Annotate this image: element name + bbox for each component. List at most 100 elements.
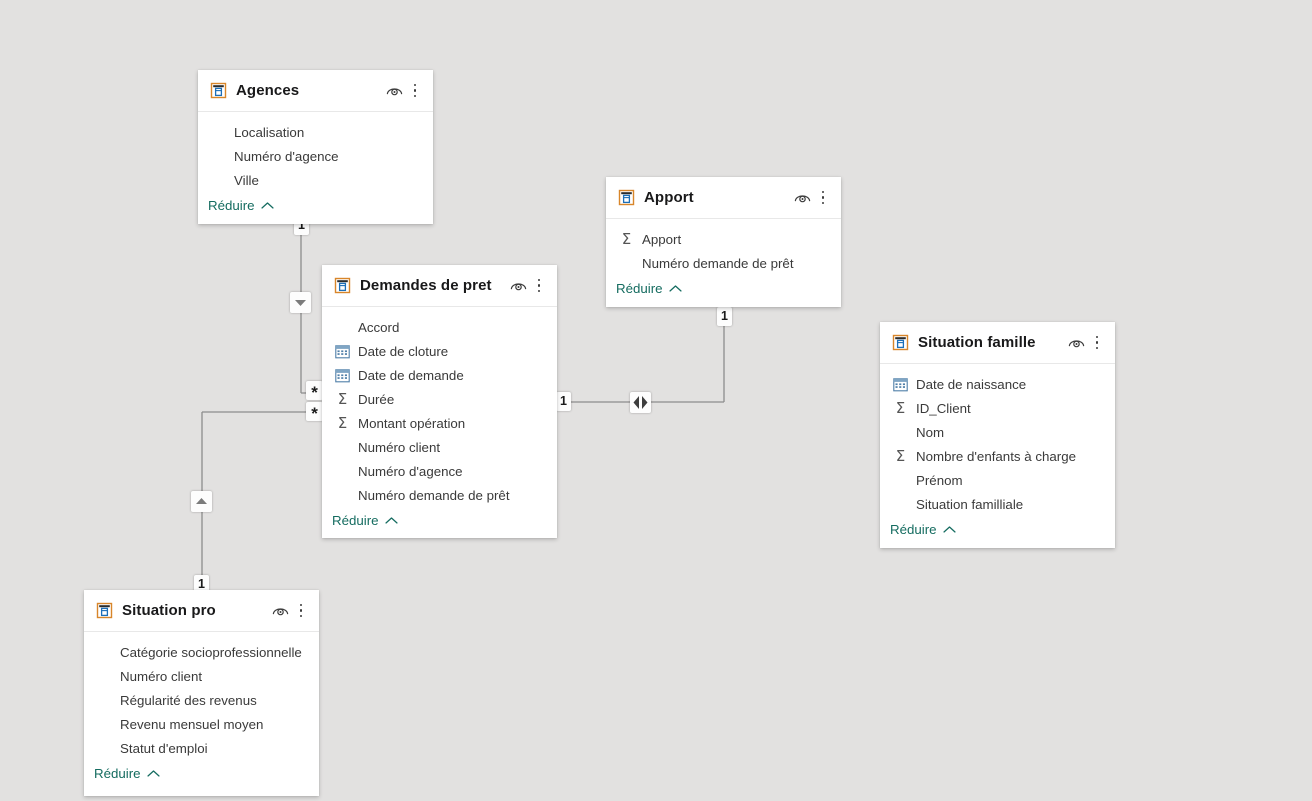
table-title: Situation pro — [122, 602, 216, 619]
field-row[interactable]: Numéro demande de prêt — [322, 483, 557, 507]
table-header-situation-pro[interactable]: Situation pro — [84, 590, 319, 632]
sum-icon: Σ — [621, 229, 632, 248]
table-title: Demandes de pret — [360, 277, 492, 294]
table-header-apport[interactable]: Apport — [606, 177, 841, 219]
cardinality-many-badge[interactable]: * — [306, 402, 323, 422]
field-label: Date de naissance — [916, 376, 1027, 392]
field-row[interactable]: Σ Apport — [606, 227, 841, 251]
field-label: Situation familliale — [916, 496, 1024, 512]
field-row[interactable]: Situation familliale — [880, 492, 1115, 516]
sum-icon: Σ — [895, 398, 906, 417]
field-label: Accord — [358, 319, 400, 335]
field-row[interactable]: Date de demande — [322, 363, 557, 387]
cross-filter-arrow-up-icon[interactable] — [191, 491, 212, 512]
field-label: Prénom — [916, 472, 963, 488]
field-list: Accord Date de cloture Date de demande Σ Dur… — [322, 307, 557, 507]
model-view-canvas[interactable]: 1 * * 1 1 1 Agences Localisation Numéro d'agenc… — [0, 0, 1312, 801]
eye-icon[interactable] — [383, 81, 405, 101]
field-label: Revenu mensuel moyen — [120, 716, 264, 732]
field-label: Numéro d'agence — [234, 148, 339, 164]
table-icon — [210, 82, 227, 99]
calendar-icon — [892, 376, 909, 393]
field-row[interactable]: Statut d'emploi — [84, 736, 319, 760]
collapse-label: Réduire — [890, 522, 937, 537]
more-options-icon[interactable] — [815, 188, 831, 208]
collapse-toggle-apport[interactable]: Réduire — [606, 275, 841, 305]
field-label: Numéro client — [358, 439, 441, 455]
eye-icon[interactable] — [1065, 333, 1087, 353]
more-options-icon[interactable] — [1089, 333, 1105, 353]
table-icon — [334, 277, 351, 294]
field-label: ID_Client — [916, 400, 971, 416]
field-list: Σ Apport Numéro demande de prêt — [606, 219, 841, 275]
table-icon — [892, 334, 909, 351]
eye-icon[interactable] — [791, 188, 813, 208]
field-label: Statut d'emploi — [120, 740, 208, 756]
collapse-toggle-agences[interactable]: Réduire — [198, 192, 433, 222]
field-row[interactable]: Σ Nombre d'enfants à charge — [880, 444, 1115, 468]
chevron-up-icon — [384, 514, 398, 527]
field-row[interactable]: Σ ID_Client — [880, 396, 1115, 420]
field-row[interactable]: Date de naissance — [880, 372, 1115, 396]
field-row[interactable]: Localisation — [198, 120, 433, 144]
field-row[interactable]: Numéro demande de prêt — [606, 251, 841, 275]
table-card-situation-pro[interactable]: Situation pro Catégorie socioprofessionne… — [84, 590, 319, 796]
table-title: Agences — [236, 82, 300, 99]
collapse-label: Réduire — [616, 281, 663, 296]
chevron-up-icon — [668, 282, 682, 295]
collapse-toggle-situation-famille[interactable]: Réduire — [880, 516, 1115, 546]
field-label: Régularité des revenus — [120, 692, 257, 708]
cross-filter-arrow-down-icon[interactable] — [290, 292, 311, 313]
sum-icon: Σ — [337, 389, 348, 408]
field-row[interactable]: Numéro client — [84, 664, 319, 688]
field-row[interactable]: Revenu mensuel moyen — [84, 712, 319, 736]
field-row[interactable]: Numéro d'agence — [322, 459, 557, 483]
field-label: Date de cloture — [358, 343, 449, 359]
table-card-demandes-de-pret[interactable]: Demandes de pret Accord Date de cloture Dat… — [322, 265, 557, 538]
field-row[interactable]: Numéro client — [322, 435, 557, 459]
field-row[interactable]: Régularité des revenus — [84, 688, 319, 712]
chevron-up-icon — [260, 199, 274, 212]
table-title: Apport — [644, 189, 694, 206]
more-options-icon[interactable] — [531, 276, 547, 296]
field-row[interactable]: Ville — [198, 168, 433, 192]
more-options-icon[interactable] — [293, 601, 309, 621]
field-row[interactable]: Σ Montant opération — [322, 411, 557, 435]
cardinality-many-badge[interactable]: * — [306, 381, 323, 401]
field-row[interactable]: Numéro d'agence — [198, 144, 433, 168]
collapse-toggle-situation-pro[interactable]: Réduire — [84, 760, 319, 790]
sum-icon: Σ — [337, 413, 348, 432]
field-row[interactable]: Nom — [880, 420, 1115, 444]
field-row[interactable]: Σ Durée — [322, 387, 557, 411]
field-row[interactable]: Catégorie socioprofessionnelle — [84, 640, 319, 664]
table-card-apport[interactable]: Apport Σ Apport Numéro demande de prêt Rédui… — [606, 177, 841, 307]
table-header-situation-famille[interactable]: Situation famille — [880, 322, 1115, 364]
table-header-agences[interactable]: Agences — [198, 70, 433, 112]
eye-icon[interactable] — [507, 276, 529, 296]
field-label: Numéro demande de prêt — [642, 255, 794, 271]
field-label: Localisation — [234, 124, 305, 140]
field-label: Date de demande — [358, 367, 464, 383]
cross-filter-arrow-both-icon[interactable] — [630, 392, 651, 413]
field-label: Numéro d'agence — [358, 463, 463, 479]
field-row[interactable]: Prénom — [880, 468, 1115, 492]
table-icon — [96, 602, 113, 619]
field-label: Durée — [358, 391, 395, 407]
table-card-situation-famille[interactable]: Situation famille Date de naissance Σ ID_Cl… — [880, 322, 1115, 548]
table-header-demandes-de-pret[interactable]: Demandes de pret — [322, 265, 557, 307]
field-list: Date de naissance Σ ID_Client Nom Σ Nombre d'… — [880, 364, 1115, 516]
field-label: Nom — [916, 424, 945, 440]
more-options-icon[interactable] — [407, 81, 423, 101]
field-list: Localisation Numéro d'agence Ville — [198, 112, 433, 192]
eye-icon[interactable] — [269, 601, 291, 621]
cardinality-one-badge[interactable]: 1 — [556, 392, 571, 411]
field-label: Numéro demande de prêt — [358, 487, 510, 503]
field-row[interactable]: Accord — [322, 315, 557, 339]
collapse-label: Réduire — [94, 766, 141, 781]
calendar-icon — [334, 343, 351, 360]
field-label: Numéro client — [120, 668, 203, 684]
table-card-agences[interactable]: Agences Localisation Numéro d'agence Ville R… — [198, 70, 433, 224]
field-row[interactable]: Date de cloture — [322, 339, 557, 363]
collapse-toggle-demandes-de-pret[interactable]: Réduire — [322, 507, 557, 537]
cardinality-one-badge[interactable]: 1 — [717, 307, 732, 326]
